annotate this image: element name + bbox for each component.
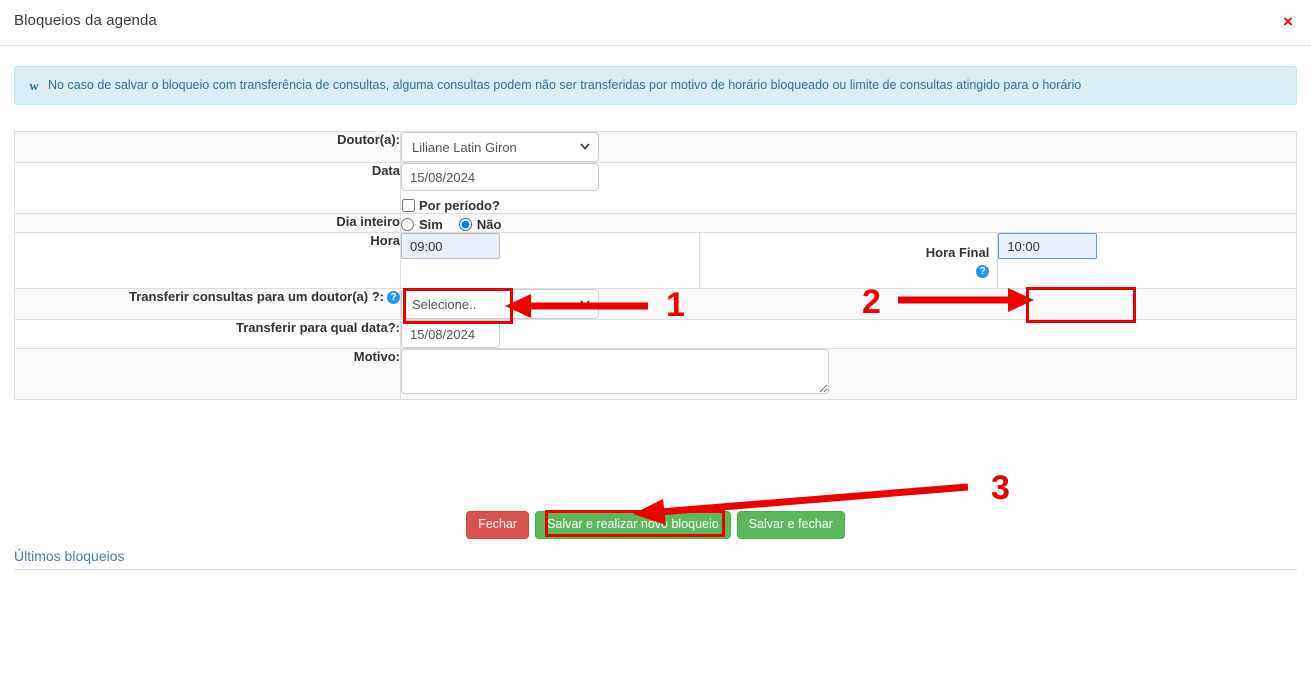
- blockages-modal: Bloqueios da agenda × w No caso de salva…: [0, 0, 1311, 674]
- label-all-day: Dia inteiro: [14, 213, 401, 233]
- field-transfer-doctor: Selecione..: [400, 288, 1297, 320]
- info-alert-text: No caso de salvar o bloqueio com transfe…: [48, 78, 1082, 92]
- annotation-number-1: 1: [666, 286, 685, 324]
- info-icon: w: [29, 77, 39, 93]
- all-day-radio-sim-label: Sim: [419, 217, 443, 232]
- label-transfer-date: Transferir para qual data?:: [14, 319, 401, 349]
- field-doctor: Liliane Latin Giron: [400, 131, 1297, 163]
- all-day-radio-sim-input[interactable]: [401, 218, 414, 231]
- doctor-select[interactable]: Liliane Latin Giron: [401, 132, 599, 162]
- by-period-checkbox-row[interactable]: Por período?: [401, 198, 1296, 213]
- table-row-date: Data Por período?: [14, 162, 1297, 214]
- reason-textarea[interactable]: [401, 349, 829, 394]
- save-and-new-button[interactable]: Salvar e realizar novo bloqueio: [535, 511, 731, 539]
- by-period-label: Por período?: [419, 198, 500, 213]
- table-row-transfer-date: Transferir para qual data?:: [14, 319, 1297, 349]
- label-hora-final: Hora Final: [925, 245, 990, 260]
- label-date: Data: [14, 162, 401, 214]
- last-blocks-divider: [14, 569, 1297, 570]
- table-row-transfer-doctor: Transferir consultas para um doutor(a) ?…: [14, 288, 1297, 320]
- field-transfer-date: [400, 319, 1297, 349]
- last-blocks-title: Últimos bloqueios: [14, 548, 125, 564]
- table-row-reason: Motivo:: [14, 348, 1297, 400]
- annotation-number-2: 2: [862, 283, 881, 321]
- label-doctor: Doutor(a):: [14, 131, 401, 163]
- table-row-doctor: Doutor(a): Liliane Latin Giron: [14, 131, 1297, 163]
- transfer-doctor-select-wrap: Selecione..: [401, 289, 599, 319]
- help-icon[interactable]: ?: [976, 265, 990, 278]
- field-date: Por período?: [400, 162, 1297, 214]
- info-alert: w No caso de salvar o bloqueio com trans…: [14, 66, 1297, 105]
- hora-final-help-wrap: ?: [700, 262, 990, 280]
- field-all-day: Sim Não: [400, 213, 1297, 233]
- close-icon[interactable]: ×: [1277, 11, 1299, 33]
- all-day-radio-sim[interactable]: Sim: [401, 217, 443, 232]
- label-transfer-doctor-cell: Transferir consultas para um doutor(a) ?…: [14, 288, 401, 320]
- label-hora-final-cell: Hora Final ?: [699, 232, 999, 289]
- label-reason: Motivo:: [14, 348, 401, 400]
- help-icon[interactable]: ?: [387, 291, 400, 304]
- by-period-checkbox[interactable]: [402, 199, 415, 212]
- hora-input[interactable]: [401, 233, 500, 259]
- all-day-radio-group: Sim Não: [401, 214, 1296, 232]
- transfer-date-input[interactable]: [401, 320, 500, 348]
- modal-header: Bloqueios da agenda ×: [0, 0, 1311, 46]
- label-hora-final-wrap: Hora Final ?: [700, 233, 998, 288]
- hora-final-input[interactable]: [998, 233, 1098, 259]
- doctor-select-wrap: Liliane Latin Giron: [401, 132, 599, 162]
- all-day-radio-nao-input[interactable]: [458, 218, 472, 231]
- annotation-number-3: 3: [991, 469, 1010, 507]
- form-actions: Fechar Salvar e realizar novo bloqueio S…: [0, 511, 1311, 539]
- save-and-close-button[interactable]: Salvar e fechar: [736, 511, 845, 539]
- label-transfer-doctor: Transferir consultas para um doutor(a) ?…: [129, 289, 384, 304]
- field-hora-final: [997, 232, 1297, 289]
- blockage-form-table: Doutor(a): Liliane Latin Giron Data 15/0…: [14, 131, 1297, 400]
- all-day-radio-nao-label: Não: [476, 217, 502, 232]
- field-hora: [400, 232, 700, 289]
- table-row-all-day: Dia inteiro Sim Não: [14, 213, 1297, 233]
- all-day-radio-nao[interactable]: Não: [458, 217, 502, 232]
- date-input[interactable]: [401, 163, 599, 191]
- transfer-doctor-select[interactable]: Selecione..: [401, 289, 599, 319]
- page-title: Bloqueios da agenda: [14, 12, 157, 29]
- label-hora: Hora: [14, 232, 401, 289]
- table-row-hora: Hora Hora Final ?: [14, 232, 1297, 289]
- close-button[interactable]: Fechar: [466, 511, 530, 539]
- field-reason: [400, 348, 1297, 400]
